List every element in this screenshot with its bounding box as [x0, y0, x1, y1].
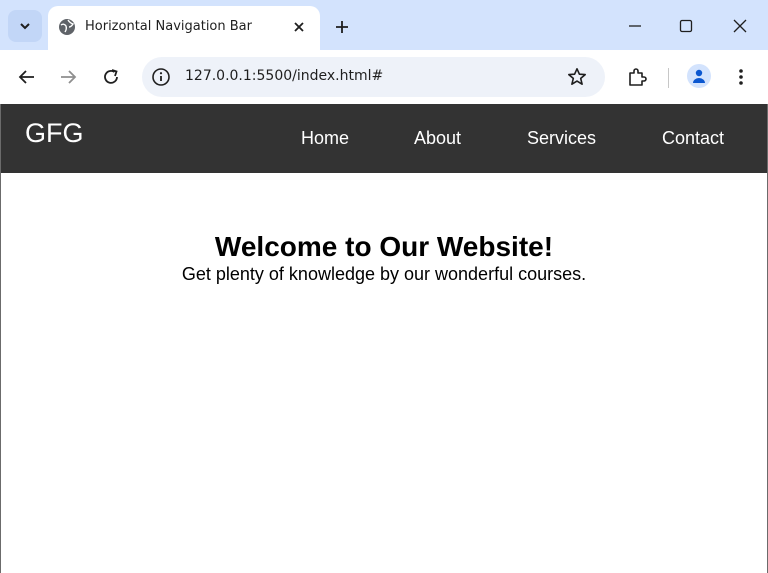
- minimize-icon: [629, 25, 641, 27]
- page-heading: Welcome to Our Website!: [214, 231, 554, 262]
- globe-icon: [59, 19, 75, 35]
- tab-search-button[interactable]: [8, 10, 42, 42]
- arrow-left-icon: [18, 70, 34, 84]
- toolbar-divider: [668, 68, 669, 88]
- menu-button[interactable]: [728, 64, 754, 90]
- chevron-down-icon: [20, 23, 30, 30]
- tab-title: Horizontal Navigation Bar: [85, 19, 252, 34]
- page-subheading: Get plenty of knowledge by our wonderful…: [181, 264, 587, 284]
- more-vertical-icon: [739, 69, 743, 85]
- hero-section: Welcome to Our Website! Get plenty of kn…: [1, 230, 767, 284]
- navbar: GFG Home About Services Contact: [1, 104, 767, 173]
- url-text[interactable]: 127.0.0.1:5500/index.html#: [185, 68, 383, 84]
- reload-icon: [104, 69, 118, 84]
- new-tab-button[interactable]: [330, 15, 354, 39]
- bookmark-button[interactable]: [566, 66, 588, 88]
- browser-tab[interactable]: Horizontal Navigation Bar: [48, 6, 320, 50]
- browser-toolbar: 127.0.0.1:5500/index.html#: [0, 50, 768, 104]
- nav-links: Home About Services Contact: [1, 128, 767, 152]
- forward-button[interactable]: [55, 64, 81, 90]
- puzzle-icon: [629, 68, 647, 86]
- address-bar[interactable]: 127.0.0.1:5500/index.html#: [142, 57, 605, 97]
- person-icon: [693, 69, 705, 83]
- nav-link-contact[interactable]: Contact: [662, 128, 724, 149]
- maximize-icon: [679, 19, 693, 33]
- info-icon[interactable]: [151, 67, 171, 87]
- nav-link-about[interactable]: About: [414, 128, 461, 149]
- page-viewport: GFG Home About Services Contact Welcome …: [0, 104, 768, 573]
- minimize-button[interactable]: [623, 14, 647, 38]
- tab-strip: Horizontal Navigation Bar: [0, 0, 768, 50]
- close-icon: [733, 19, 747, 33]
- reload-button[interactable]: [98, 64, 124, 90]
- profile-button[interactable]: [687, 64, 711, 88]
- back-button[interactable]: [14, 64, 40, 90]
- star-icon: [568, 68, 586, 85]
- arrow-right-icon: [61, 70, 77, 84]
- extensions-button[interactable]: [624, 64, 650, 90]
- maximize-button[interactable]: [674, 14, 698, 38]
- plus-icon: [336, 21, 348, 33]
- nav-link-home[interactable]: Home: [301, 128, 349, 149]
- close-icon: [294, 22, 304, 32]
- nav-link-services[interactable]: Services: [527, 128, 596, 149]
- close-window-button[interactable]: [728, 14, 752, 38]
- tab-close-button[interactable]: [290, 18, 308, 36]
